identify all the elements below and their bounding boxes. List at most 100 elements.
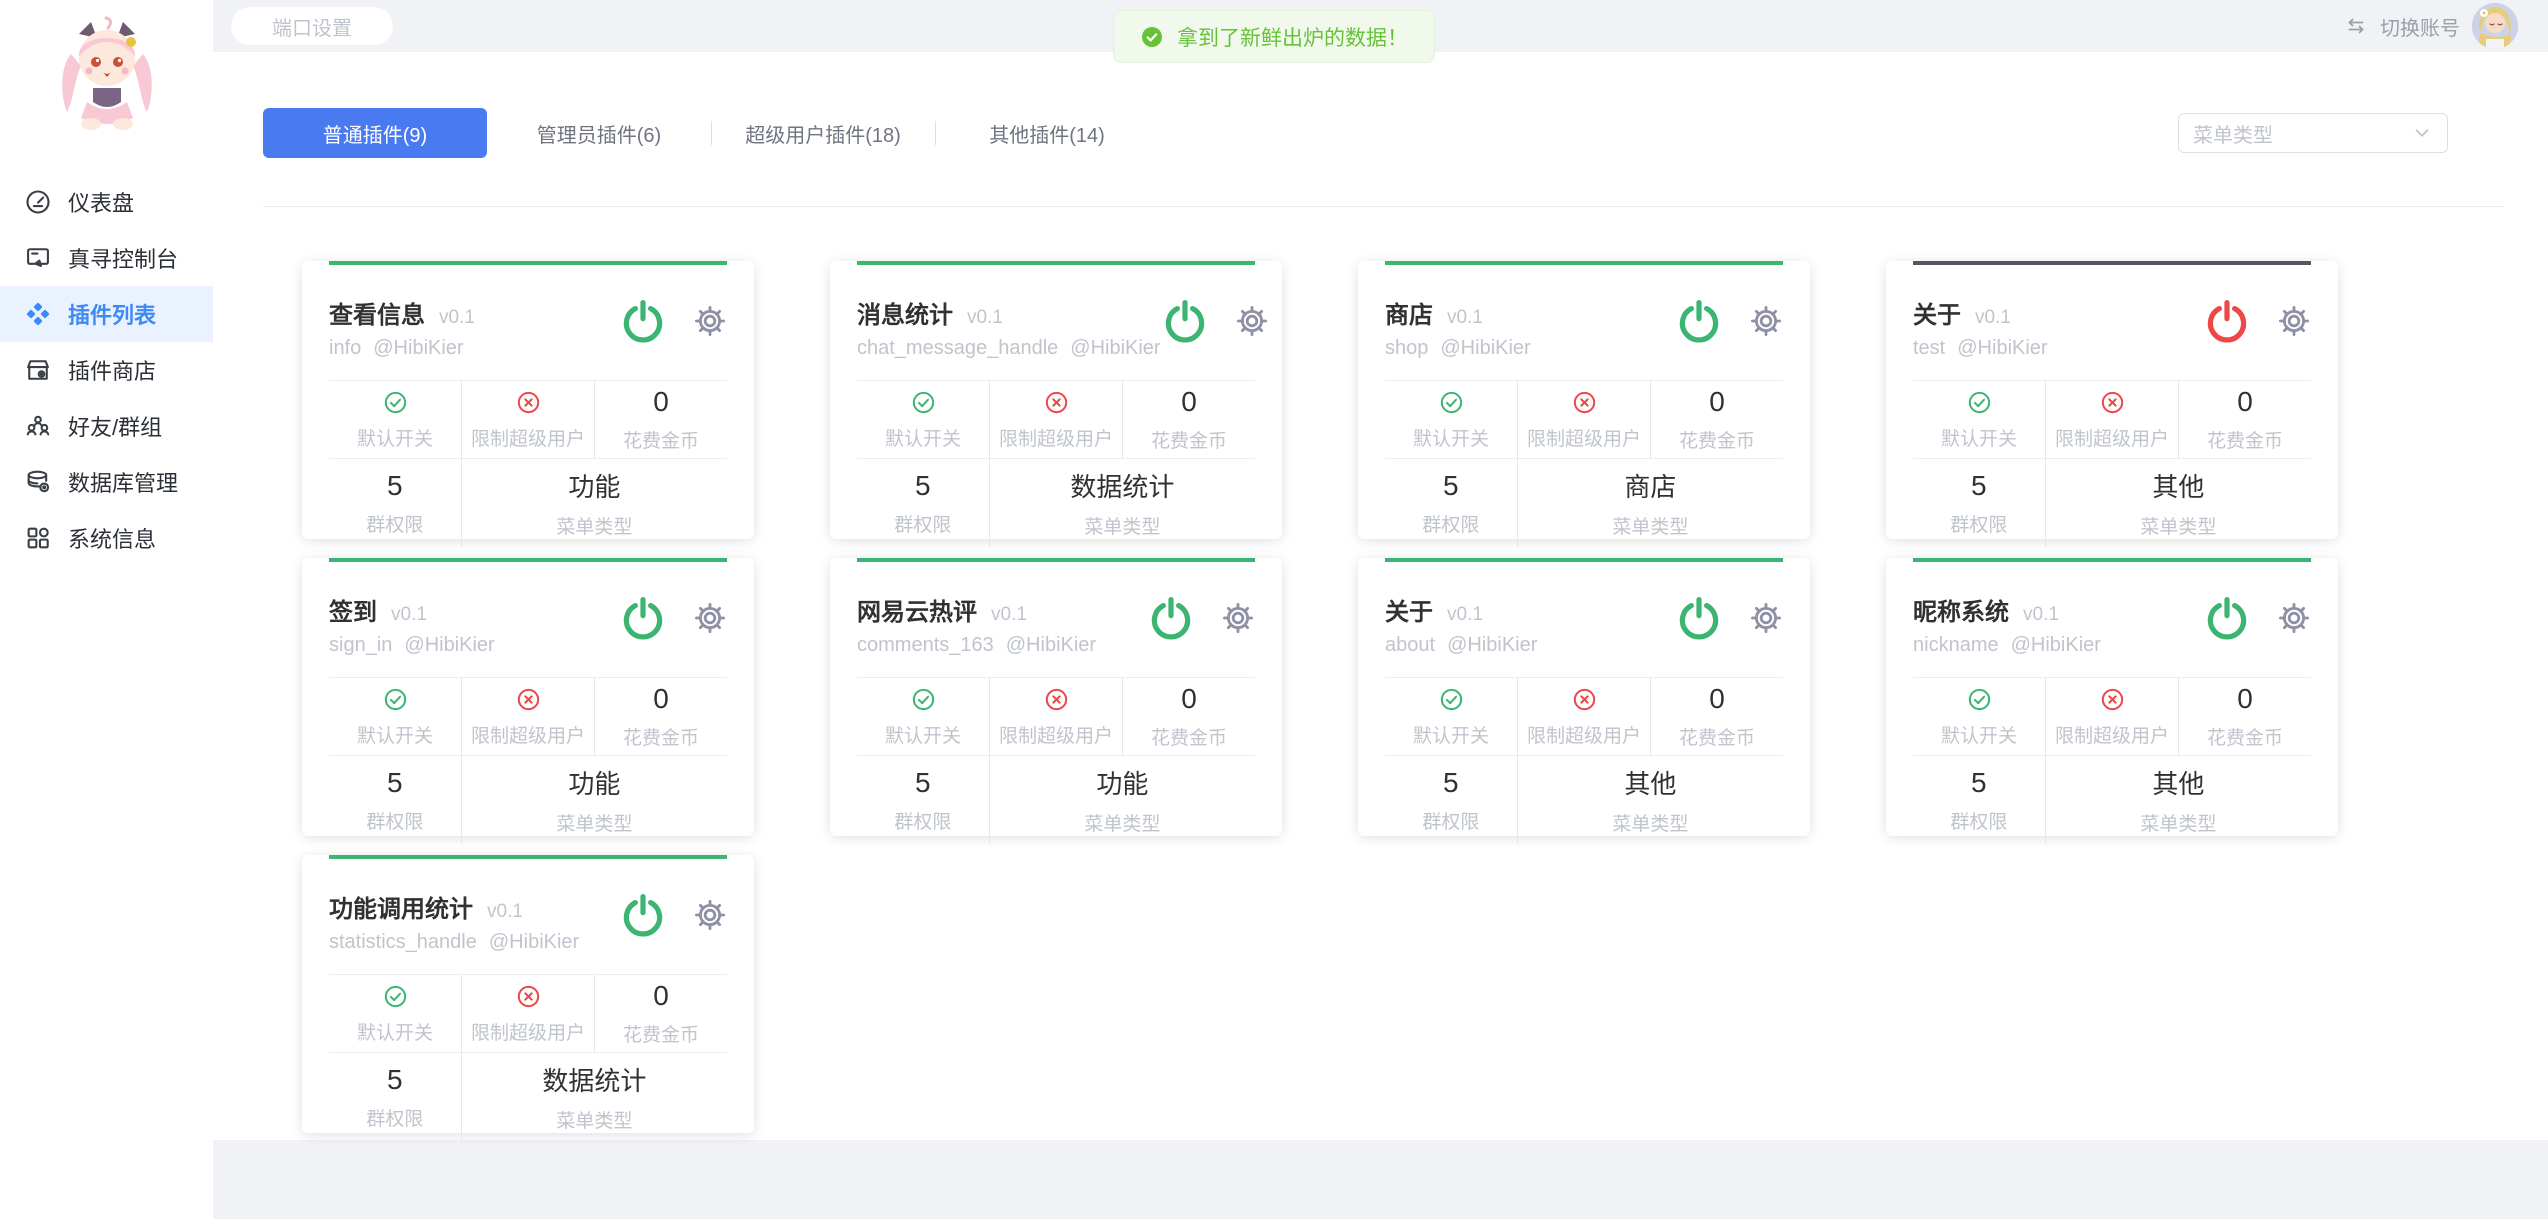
card-status-bar — [329, 855, 727, 859]
power-toggle-button[interactable] — [1675, 594, 1723, 642]
power-toggle-button[interactable] — [1147, 594, 1195, 642]
power-toggle-button[interactable] — [619, 891, 667, 939]
toolbar-divider — [263, 206, 2503, 207]
stat-menu-type: 功能 菜单类型 — [462, 459, 727, 547]
stat-label: 群权限 — [366, 807, 423, 834]
stat-group-level: 5 群权限 — [857, 756, 990, 844]
settings-button[interactable] — [2277, 601, 2311, 635]
switch-account-label: 切换账号 — [2380, 12, 2460, 41]
stat-limit-superuser: 限制超级用户 — [1518, 678, 1651, 755]
settings-button[interactable] — [693, 898, 727, 932]
stat-menu-type: 其他 菜单类型 — [2046, 459, 2311, 547]
plugin-tab[interactable]: 其他插件(14) — [935, 108, 1159, 158]
content-panel: 普通插件(9) 管理员插件(6) 超级用户插件(18) 其他插件(14) 菜单类… — [213, 52, 2548, 1140]
plugin-card: 查看信息 v0.1 info @HibiKier — [302, 261, 754, 539]
database-icon — [24, 468, 52, 496]
power-toggle-button[interactable] — [619, 594, 667, 642]
menu-type-select[interactable]: 菜单类型 — [2178, 113, 2448, 153]
stat-cost-gold: 0 花费金币 — [2179, 678, 2311, 755]
stat-label: 默认开关 — [357, 721, 433, 748]
stat-default-switch: 默认开关 — [329, 975, 462, 1052]
stat-label: 限制超级用户 — [2055, 721, 2169, 748]
sidebar-nav: 仪表盘 — [0, 174, 213, 566]
stat-cost-gold: 0 花费金币 — [1651, 678, 1783, 755]
x-circle-icon — [1043, 389, 1070, 416]
main-area: 端口设置 切换账号 — [213, 0, 2548, 1219]
port-settings-button[interactable]: 端口设置 — [231, 7, 393, 45]
stat-value: 0 — [1181, 386, 1197, 418]
plugin-stats: 默认开关 限制超级用户 — [329, 677, 727, 844]
sidebar-item[interactable]: 插件列表 — [0, 286, 213, 342]
stat-value: 功能 — [568, 764, 620, 801]
gauge-icon — [24, 188, 52, 216]
stat-value: 0 — [653, 980, 669, 1012]
power-toggle-button[interactable] — [619, 297, 667, 345]
sidebar-item[interactable]: 数据库管理 — [0, 454, 213, 510]
plugin-card: 功能调用统计 v0.1 statistics_handle @HibiKier — [302, 855, 754, 1133]
check-circle-icon — [1966, 686, 1993, 713]
sidebar-item[interactable]: 真寻控制台 — [0, 230, 213, 286]
sidebar-item[interactable]: 系统信息 — [0, 510, 213, 566]
system-info-icon — [24, 524, 52, 552]
x-circle-icon — [1571, 686, 1598, 713]
stat-label: 群权限 — [894, 807, 951, 834]
stat-value: 5 — [387, 1064, 403, 1096]
x-circle-icon — [2099, 686, 2126, 713]
plugin-stats: 默认开关 限制超级用户 — [1385, 380, 1783, 547]
power-icon — [1161, 297, 1209, 345]
sidebar-item-label: 插件商店 — [68, 354, 156, 386]
plugin-author: @HibiKier — [1957, 337, 2047, 360]
plugin-stats: 默认开关 限制超级用户 — [857, 677, 1255, 844]
stat-menu-type: 功能 菜单类型 — [990, 756, 1255, 844]
plugin-version: v0.1 — [1447, 307, 1483, 329]
settings-button[interactable] — [1221, 601, 1255, 635]
stat-label: 菜单类型 — [556, 512, 632, 539]
stat-group-level: 5 群权限 — [857, 459, 990, 547]
check-circle-icon — [1438, 389, 1465, 416]
power-toggle-button[interactable] — [1675, 297, 1723, 345]
stat-label: 限制超级用户 — [471, 424, 585, 451]
stat-value: 5 — [1971, 470, 1987, 502]
sidebar-item-label: 插件列表 — [68, 298, 156, 330]
user-avatar[interactable] — [2472, 3, 2518, 49]
x-circle-icon — [515, 389, 542, 416]
settings-button[interactable] — [1749, 601, 1783, 635]
settings-button[interactable] — [693, 601, 727, 635]
plugin-author: @HibiKier — [1006, 634, 1096, 657]
power-icon — [619, 297, 667, 345]
plugin-tab[interactable]: 管理员插件(6) — [487, 108, 711, 158]
power-toggle-button[interactable] — [1161, 297, 1209, 345]
stat-label: 花费金币 — [2207, 723, 2283, 750]
sidebar-item[interactable]: 好友/群组 — [0, 398, 213, 454]
power-toggle-button[interactable] — [2203, 297, 2251, 345]
stat-default-switch: 默认开关 — [329, 678, 462, 755]
stat-value: 0 — [653, 683, 669, 715]
plugin-module: chat_message_handle — [857, 337, 1058, 360]
plugin-name: 查看信息 — [329, 295, 425, 330]
stat-group-level: 5 群权限 — [329, 459, 462, 547]
plugin-author: @HibiKier — [1070, 337, 1160, 360]
switch-account-button[interactable]: 切换账号 — [2344, 3, 2518, 49]
stat-cost-gold: 0 花费金币 — [595, 678, 727, 755]
stat-label: 限制超级用户 — [2055, 424, 2169, 451]
gear-icon — [2277, 304, 2311, 338]
card-status-bar — [857, 558, 1255, 562]
power-toggle-button[interactable] — [2203, 594, 2251, 642]
sidebar-item-icon — [24, 468, 52, 496]
settings-button[interactable] — [2277, 304, 2311, 338]
settings-button[interactable] — [1235, 304, 1269, 338]
sidebar-item-icon — [24, 412, 52, 440]
sidebar-item[interactable]: 插件商店 — [0, 342, 213, 398]
stat-limit-superuser: 限制超级用户 — [1518, 381, 1651, 458]
plugin-tab[interactable]: 普通插件(9) — [263, 108, 487, 158]
stat-group-level: 5 群权限 — [329, 1053, 462, 1141]
stat-value: 数据统计 — [542, 1061, 646, 1098]
plugin-tab[interactable]: 超级用户插件(18) — [711, 108, 935, 158]
settings-button[interactable] — [693, 304, 727, 338]
sidebar-item-label: 真寻控制台 — [68, 242, 178, 274]
check-circle-icon — [910, 686, 937, 713]
sidebar-item[interactable]: 仪表盘 — [0, 174, 213, 230]
settings-button[interactable] — [1749, 304, 1783, 338]
card-status-bar — [1913, 261, 2311, 265]
power-icon — [619, 891, 667, 939]
